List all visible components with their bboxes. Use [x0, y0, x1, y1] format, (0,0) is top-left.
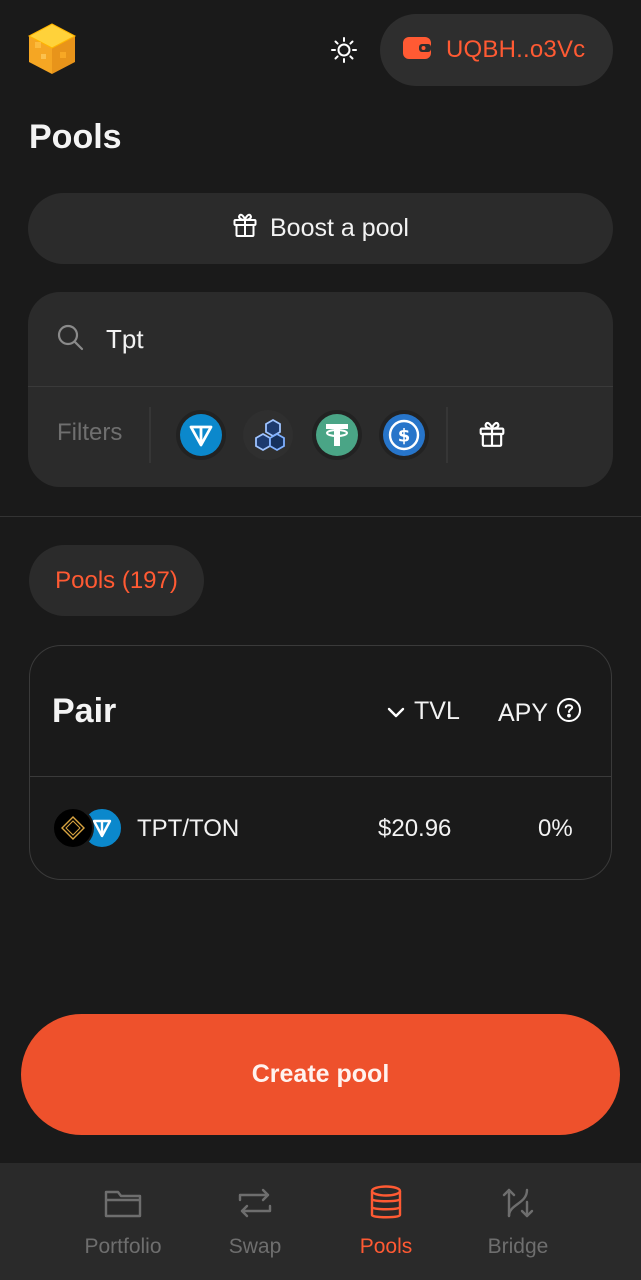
nav-label: Pools [359, 1235, 413, 1258]
filters-label: Filters [57, 419, 123, 446]
boost-pool-button[interactable]: Boost a pool [28, 193, 613, 264]
column-header-pair: Pair [52, 692, 117, 730]
ton-token-icon[interactable] [176, 410, 226, 460]
boost-pool-label: Boost a pool [270, 214, 409, 242]
table-row[interactable]: TPT/TON $20.96 0% [30, 777, 611, 879]
hexagon-token-icon[interactable] [243, 410, 293, 460]
divider [0, 516, 641, 517]
nav-item-pools[interactable]: Pools [326, 1163, 446, 1280]
nav-item-swap[interactable]: Swap [195, 1163, 315, 1280]
cube-logo-icon[interactable] [27, 22, 77, 76]
tvl-value: $20.96 [378, 815, 452, 842]
wallet-button[interactable]: UQBH..o3Vc [380, 14, 613, 86]
nav-item-bridge[interactable]: Bridge [458, 1163, 578, 1280]
swap-icon [235, 1185, 275, 1221]
pools-table: Pair TVL APY TPT/TON $20.96 0% [29, 645, 612, 880]
tether-token-icon[interactable] [312, 410, 362, 460]
page-title: Pools [29, 118, 122, 156]
help-circle-icon[interactable] [556, 697, 582, 730]
bottom-nav: Portfolio Swap Pools Bridge [0, 1163, 641, 1280]
database-icon [366, 1185, 406, 1221]
filters-row: Filters $ [28, 387, 613, 487]
svg-text:$: $ [398, 426, 411, 447]
folder-icon [103, 1185, 143, 1221]
pair-name: TPT/TON [137, 815, 240, 842]
search-icon [56, 323, 84, 356]
apy-value: 0% [538, 815, 573, 842]
gift-icon [232, 212, 258, 245]
usdc-token-icon[interactable]: $ [379, 410, 429, 460]
bridge-icon [498, 1185, 538, 1221]
app-root: UQBH..o3Vc Pools Boost a pool Tpt Filter… [0, 0, 641, 1280]
column-header-apy[interactable]: APY [498, 697, 582, 730]
wallet-icon [402, 36, 432, 65]
nav-item-portfolio[interactable]: Portfolio [63, 1163, 183, 1280]
nav-label: Swap [228, 1235, 282, 1258]
nav-label: Portfolio [84, 1235, 162, 1258]
divider [149, 407, 151, 463]
wallet-address: UQBH..o3Vc [446, 36, 586, 63]
pair-icons [52, 807, 126, 849]
nav-label: Bridge [487, 1235, 549, 1258]
apy-header-label: APY [498, 699, 549, 727]
search-input[interactable]: Tpt [28, 292, 613, 386]
gift-icon[interactable] [478, 420, 506, 448]
sun-icon[interactable] [326, 32, 362, 68]
divider [446, 407, 448, 463]
create-pool-button[interactable]: Create pool [21, 1014, 620, 1135]
search-value[interactable]: Tpt [106, 324, 144, 355]
search-card: Tpt Filters $ [28, 292, 613, 487]
column-header-tvl[interactable]: TVL [386, 697, 460, 726]
tab-pools[interactable]: Pools (197) [29, 545, 204, 616]
tvl-header-label: TVL [414, 697, 460, 725]
chevron-down-icon [386, 697, 406, 726]
